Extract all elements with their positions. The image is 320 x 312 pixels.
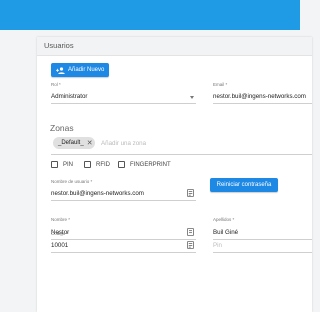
checkbox-box	[84, 161, 91, 168]
code-label: Código *	[51, 231, 69, 236]
last-name-field[interactable]: Buil Giné	[213, 225, 312, 240]
id-card-icon	[187, 241, 194, 249]
fingerprint-checkbox[interactable]: FINGERPRINT	[118, 161, 171, 168]
zones-heading: Zonas	[50, 123, 74, 133]
checkbox-box	[51, 161, 58, 168]
pin-field[interactable]: Pin	[213, 238, 312, 253]
role-label: Rol *	[51, 82, 61, 87]
code-value: 10001	[51, 242, 69, 249]
rfid-checkbox[interactable]: RFID	[84, 161, 110, 168]
id-card-icon	[187, 189, 194, 197]
last-name-label: Apellidos *	[213, 217, 235, 222]
pin-underline	[213, 252, 312, 253]
code-field[interactable]: 10001	[51, 238, 196, 253]
rfid-checkbox-label: RFID	[96, 161, 110, 168]
role-underline	[51, 103, 196, 104]
zone-chip: _Default_ ✕	[53, 137, 95, 149]
last-name-value: Buil Giné	[213, 229, 239, 236]
username-underline	[51, 200, 196, 201]
close-icon[interactable]: ✕	[87, 140, 93, 147]
app-top-bar	[0, 0, 300, 30]
first-name-field[interactable]: Nestor	[51, 225, 196, 240]
add-new-label: Añadir Nuevo	[68, 67, 105, 73]
username-value: nestor.buil@ingens-networks.com	[51, 190, 144, 197]
username-label: Nombre de usuario *	[51, 179, 93, 184]
username-field[interactable]: nestor.buil@ingens-networks.com	[51, 186, 196, 201]
pin-checkbox-label: PIN	[63, 161, 74, 168]
zones-underline	[51, 154, 312, 155]
person-add-icon	[56, 66, 65, 74]
card-title: Usuarios	[44, 41, 74, 50]
role-value: Administrator	[51, 93, 88, 100]
email-underline	[213, 103, 312, 104]
code-underline	[51, 252, 196, 253]
first-name-label: Nombre *	[51, 217, 71, 222]
add-zone-input[interactable]: Añadir una zona	[101, 140, 146, 147]
reset-password-button[interactable]: Reiniciar contraseña	[210, 178, 278, 192]
users-card: Usuarios Añadir Nuevo Rol * Administrato…	[37, 37, 312, 312]
chevron-down-icon	[190, 96, 194, 99]
email-value: nestor.buil@ingens-networks.com	[213, 93, 306, 100]
pin-checkbox[interactable]: PIN	[51, 161, 73, 168]
email-field[interactable]: nestor.buil@ingens-networks.com	[213, 89, 312, 104]
reset-password-label: Reiniciar contraseña	[216, 182, 272, 188]
checkbox-box	[118, 161, 125, 168]
card-header: Usuarios	[37, 37, 312, 56]
role-select[interactable]: Administrator	[51, 89, 196, 104]
email-label: Email *	[213, 82, 228, 87]
add-new-button[interactable]: Añadir Nuevo	[51, 63, 109, 77]
pin-placeholder: Pin	[213, 242, 222, 249]
contact-card-icon	[187, 228, 194, 236]
zone-chip-label: _Default_	[58, 140, 84, 146]
fingerprint-checkbox-label: FINGERPRINT	[130, 161, 171, 168]
